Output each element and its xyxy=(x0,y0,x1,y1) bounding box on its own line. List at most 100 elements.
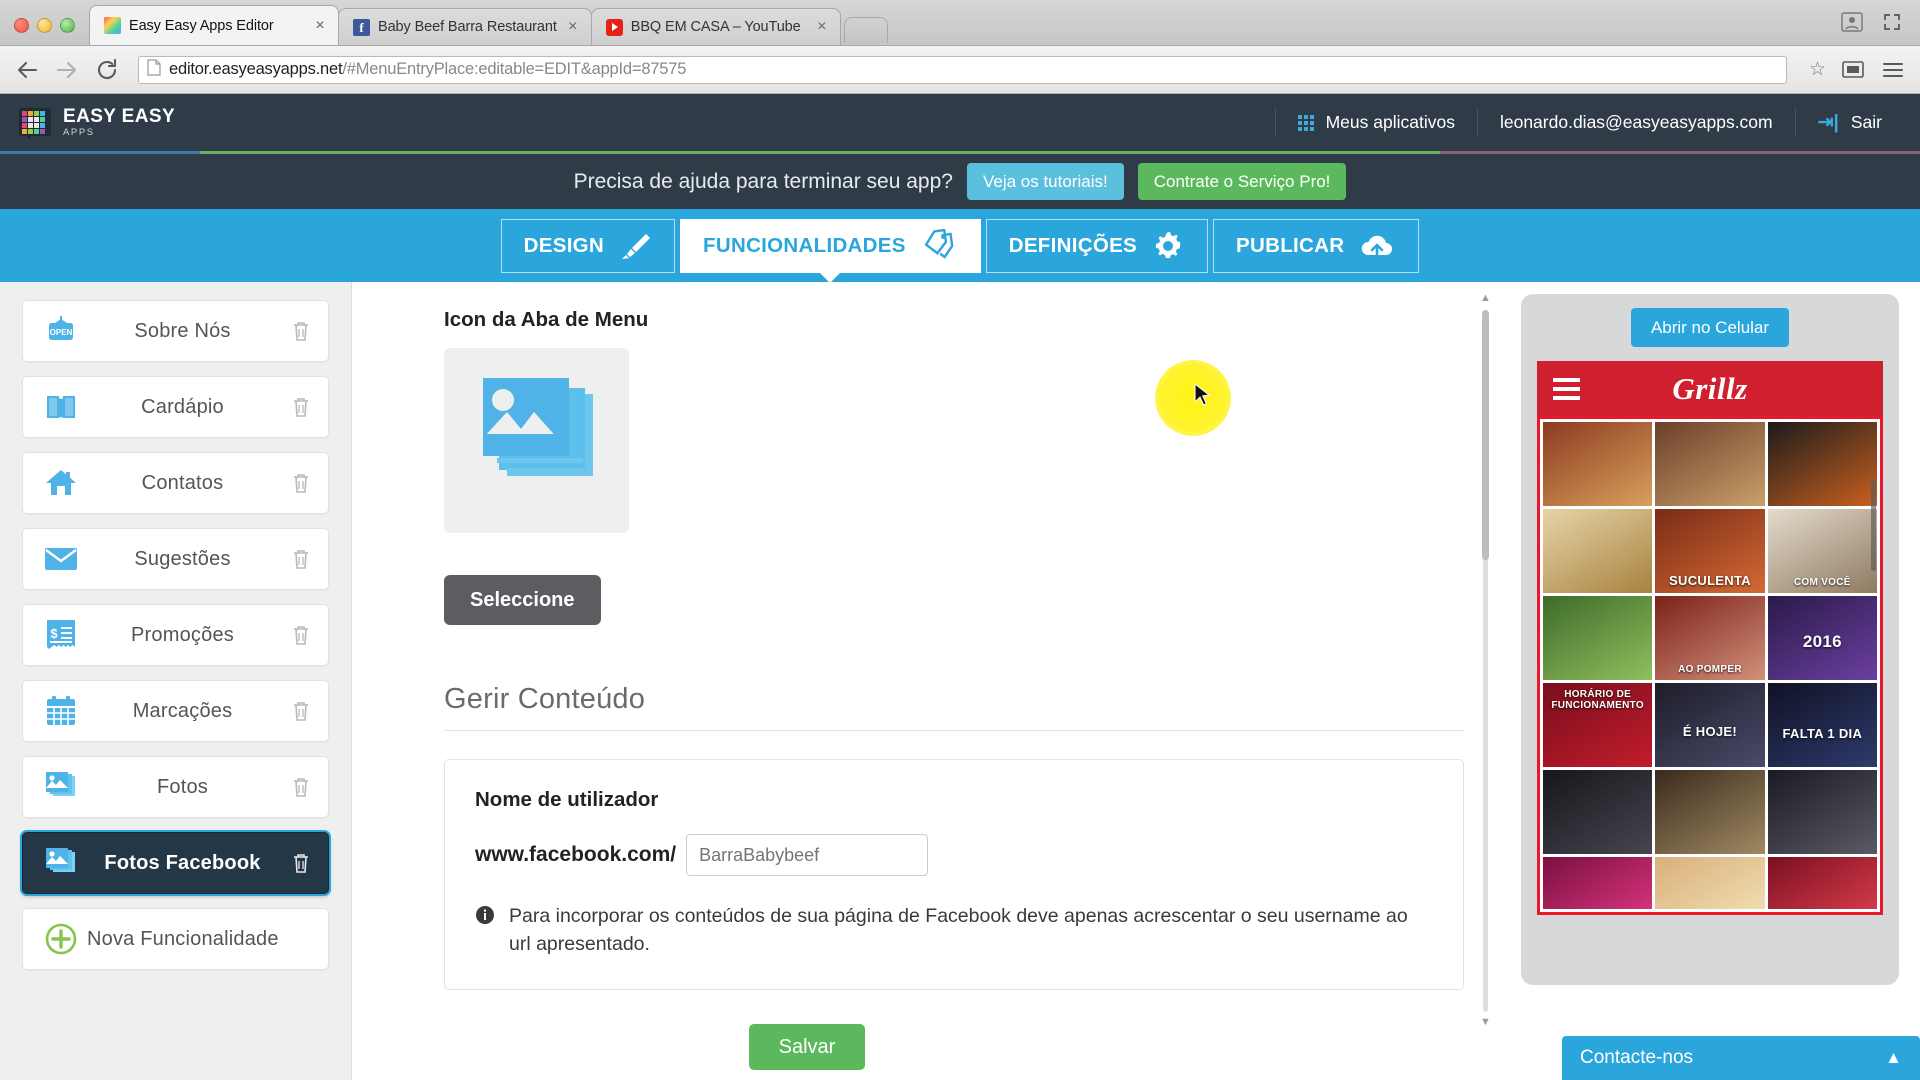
sidebar-item-contatos[interactable]: Contatos xyxy=(22,452,329,514)
svg-text:$: $ xyxy=(50,626,58,641)
menu-tab-icon-preview[interactable] xyxy=(444,348,629,533)
trash-icon[interactable] xyxy=(288,548,314,570)
photo-tile[interactable]: FALTA 1 DIA xyxy=(1767,683,1877,767)
tab-definicoes[interactable]: DEFINIÇÕES xyxy=(985,218,1209,273)
logout-label: Sair xyxy=(1850,112,1882,132)
photo-tile[interactable] xyxy=(1655,857,1765,909)
photo-tile[interactable]: AO POMPER xyxy=(1655,596,1765,680)
logout-link[interactable]: ⇥| Sair xyxy=(1796,94,1904,151)
user-email[interactable]: leonardo.dias@easyeasyapps.com xyxy=(1478,94,1795,151)
close-tab-icon[interactable]: × xyxy=(565,19,581,35)
save-button-row: Salvar xyxy=(382,1023,1432,1070)
brand-logo-block[interactable]: EASY EASY APPS xyxy=(18,107,175,139)
scroll-down-arrow[interactable]: ▼ xyxy=(1479,1016,1492,1030)
photo-tile[interactable] xyxy=(1543,857,1653,909)
address-bar[interactable]: editor.easyeasyapps.net/#MenuEntryPlace:… xyxy=(138,55,1787,84)
sidebar-item-cardapio[interactable]: Cardápio xyxy=(22,376,329,438)
photo-tile[interactable]: HORÁRIO DE FUNCIONAMENTO xyxy=(1543,683,1653,767)
cast-icon[interactable] xyxy=(1840,57,1866,83)
sidebar-item-label: Fotos xyxy=(156,775,209,798)
svg-text:OPEN: OPEN xyxy=(50,328,73,337)
info-note: Para incorporar os conteúdos de sua pági… xyxy=(475,902,1433,959)
browser-tab-youtube[interactable]: BBQ EM CASA – YouTube × xyxy=(590,8,841,45)
tutorials-button[interactable]: Veja os tutoriais! xyxy=(966,163,1124,200)
new-feature-button[interactable]: Nova Funcionalidade xyxy=(22,908,329,970)
main-scrollbar[interactable]: ▲ ▼ xyxy=(1479,292,1492,1030)
photo-tile[interactable] xyxy=(1767,857,1877,909)
browser-tab-easy-easy[interactable]: Easy Easy Apps Editor × xyxy=(89,5,339,45)
trash-icon[interactable] xyxy=(288,624,314,646)
browser-tab-facebook[interactable]: f Baby Beef Barra Restaurant × xyxy=(338,8,592,45)
photo-tile[interactable] xyxy=(1655,422,1765,506)
info-note-text: Para incorporar os conteúdos de sua pági… xyxy=(509,905,1408,956)
close-tab-icon[interactable]: × xyxy=(312,17,328,34)
trash-icon[interactable] xyxy=(288,700,314,722)
trash-icon[interactable] xyxy=(288,776,314,798)
sidebar-item-fotos[interactable]: Fotos xyxy=(22,756,329,818)
trash-icon[interactable] xyxy=(288,320,314,342)
photo-tile[interactable]: COM VOCÊ xyxy=(1767,509,1877,593)
contact-us-widget[interactable]: Contacte-nos ▲ xyxy=(1562,1036,1920,1080)
photo-tile[interactable]: É HOJE! xyxy=(1655,683,1765,767)
browser-toolbar: editor.easyeasyapps.net/#MenuEntryPlace:… xyxy=(0,46,1920,94)
photo-tile[interactable] xyxy=(1543,770,1653,854)
phone-frame: Abrir no Celular Grillz SUCULENTA COM VO… xyxy=(1521,294,1899,985)
photo-tile[interactable] xyxy=(1543,596,1653,680)
photo-tile[interactable] xyxy=(1655,770,1765,854)
page-title: Icon da Aba de Menu xyxy=(444,308,649,331)
sidebar-item-sobre-nos[interactable]: OPEN Sobre Nós xyxy=(22,300,329,362)
scrollbar-thumb[interactable] xyxy=(1482,310,1489,560)
window-traffic-lights[interactable] xyxy=(0,18,89,45)
accent-stripe xyxy=(0,151,1920,154)
photo-grid[interactable]: SUCULENTA COM VOCÊ AO POMPER 2016 HORÁRI… xyxy=(1537,416,1883,915)
forward-arrow-icon[interactable] xyxy=(54,57,80,83)
my-apps-link[interactable]: Meus aplicativos xyxy=(1276,94,1477,151)
photo-tile[interactable] xyxy=(1543,509,1653,593)
facebook-url-prefix: www.facebook.com/ xyxy=(475,843,677,866)
sidebar-item-promocoes[interactable]: $ Promoções xyxy=(22,604,329,666)
facebook-username-input[interactable] xyxy=(686,834,929,876)
new-tab-button[interactable] xyxy=(843,17,888,43)
facebook-username-row: www.facebook.com/ xyxy=(475,834,1433,876)
pro-service-button[interactable]: Contrate o Serviço Pro! xyxy=(1137,163,1347,200)
profile-icon[interactable] xyxy=(1840,11,1864,33)
tab-publicar[interactable]: PUBLICAR xyxy=(1213,218,1420,273)
maximize-window-button[interactable] xyxy=(60,18,75,33)
tab-design-label: DESIGN xyxy=(523,233,605,257)
tab-title: BBQ EM CASA – YouTube xyxy=(630,19,801,35)
fullscreen-icon[interactable] xyxy=(1880,11,1904,33)
sidebar-item-fotos-facebook[interactable]: Fotos Facebook xyxy=(22,832,329,894)
open-on-mobile-button[interactable]: Abrir no Celular xyxy=(1630,308,1790,347)
hamburger-menu-icon[interactable] xyxy=(1880,57,1906,83)
minimize-window-button[interactable] xyxy=(37,18,52,33)
trash-icon[interactable] xyxy=(288,396,314,418)
brand-subtitle: APPS xyxy=(63,127,95,139)
browser-tabstrip: Easy Easy Apps Editor × f Baby Beef Barr… xyxy=(0,0,1920,46)
photo-tile[interactable] xyxy=(1767,770,1877,854)
open-sign-icon: OPEN xyxy=(39,313,83,349)
close-window-button[interactable] xyxy=(14,18,29,33)
reload-icon[interactable] xyxy=(94,57,120,83)
photo-tile[interactable]: 2016 xyxy=(1767,596,1877,680)
photo-tile[interactable] xyxy=(1543,422,1653,506)
sidebar-item-marcacoes[interactable]: Marcações xyxy=(22,680,329,742)
bookmark-star-icon[interactable]: ☆ xyxy=(1809,58,1826,81)
main-content: Icon da Aba de Menu Seleccione Gerir Con… xyxy=(352,282,1500,1080)
save-button[interactable]: Salvar xyxy=(748,1023,866,1070)
photo-tile[interactable]: SUCULENTA xyxy=(1655,509,1765,593)
hamburger-icon[interactable] xyxy=(1553,377,1580,400)
sidebar-item-sugestoes[interactable]: Sugestões xyxy=(22,528,329,590)
trash-icon[interactable] xyxy=(288,472,314,494)
photo-caption: SUCULENTA xyxy=(1669,572,1751,588)
chevron-up-icon[interactable]: ▲ xyxy=(1885,1048,1902,1068)
photo-tile[interactable] xyxy=(1767,422,1877,506)
trash-icon[interactable] xyxy=(288,852,314,874)
tab-funcionalidades[interactable]: FUNCIONALIDADES xyxy=(680,218,981,273)
close-tab-icon[interactable]: × xyxy=(814,19,830,35)
scroll-up-arrow[interactable]: ▲ xyxy=(1479,292,1492,306)
tab-design[interactable]: DESIGN xyxy=(500,218,676,273)
back-arrow-icon[interactable] xyxy=(14,57,40,83)
phone-scrollbar[interactable] xyxy=(1871,481,1876,571)
select-icon-button[interactable]: Seleccione xyxy=(444,575,601,625)
photo-caption: HORÁRIO DE FUNCIONAMENTO xyxy=(1551,689,1644,711)
